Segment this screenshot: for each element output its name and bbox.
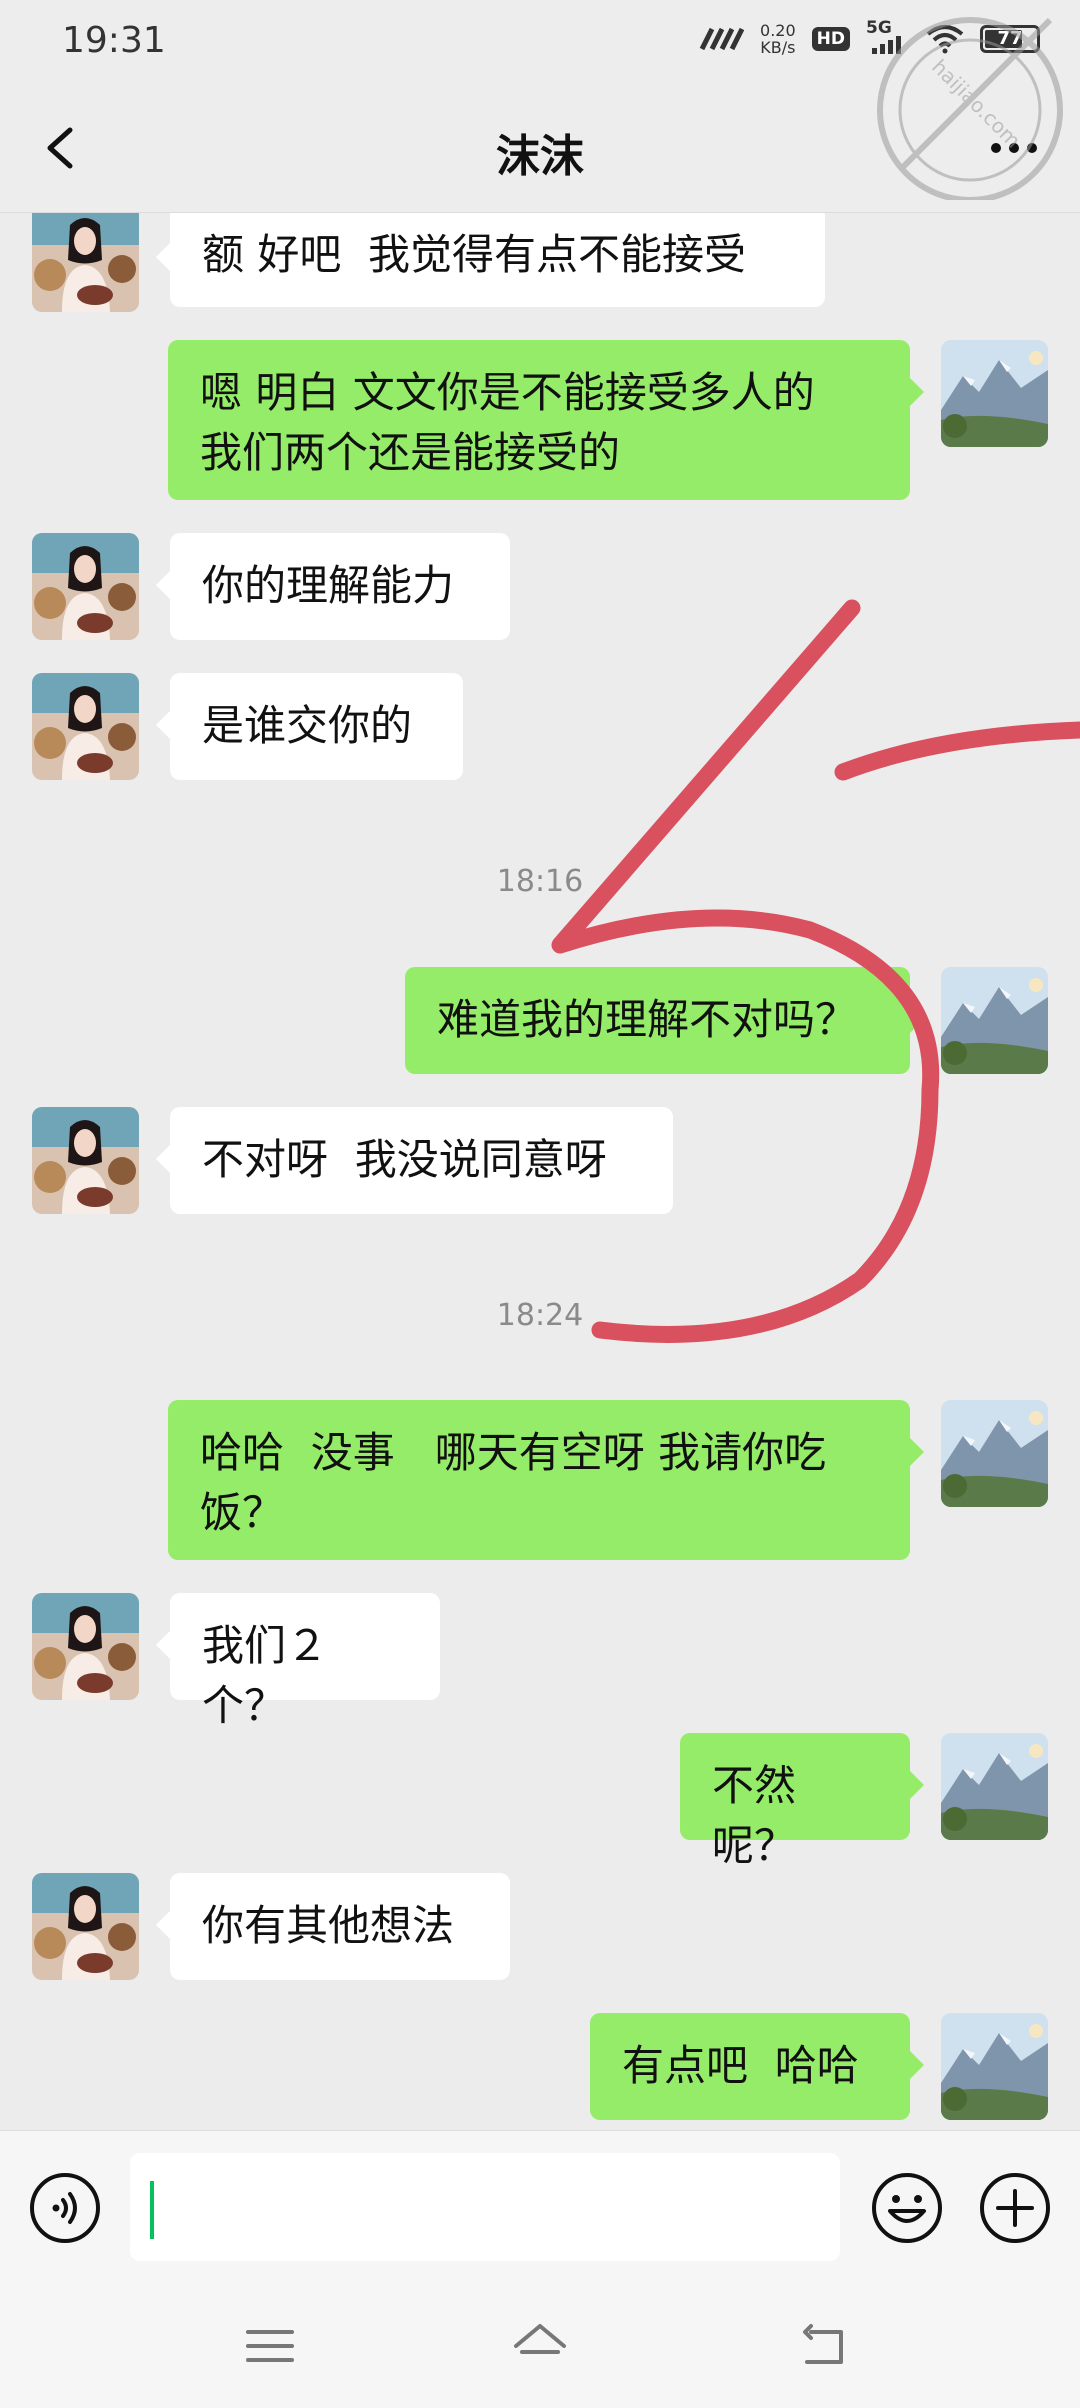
my-avatar[interactable]: [941, 967, 1048, 1074]
menu-icon[interactable]: [240, 2316, 300, 2376]
my-avatar[interactable]: [941, 340, 1048, 447]
message-bubble[interactable]: 你的理解能力: [156, 533, 510, 640]
message-bubble[interactable]: 是谁交你的: [156, 673, 463, 780]
net-speed: 0.20 KB/s: [760, 21, 796, 57]
hd-badge: HD: [811, 27, 850, 51]
voice-icon[interactable]: [28, 2171, 102, 2245]
text-cursor: [150, 2181, 154, 2239]
timestamp: 18:24: [496, 1298, 584, 1333]
message-bubble[interactable]: 难道我的理解不对吗？: [405, 967, 924, 1074]
contact-avatar[interactable]: [32, 1593, 139, 1700]
timestamp: 18:16: [496, 864, 584, 899]
message-bubble[interactable]: 嗯 明白 文文你是不能接受多人的 我们两个还是能接受的: [168, 340, 924, 500]
message-bubble[interactable]: 哈哈 没事 哪天有空呀 我请你吃 饭？: [168, 1400, 924, 1560]
status-time: 19:31: [62, 20, 166, 61]
contact-avatar[interactable]: [32, 673, 139, 780]
signal-strength-icon: [699, 27, 745, 51]
emoji-icon[interactable]: [870, 2171, 944, 2245]
contact-avatar[interactable]: [32, 213, 139, 312]
message-input[interactable]: [130, 2153, 840, 2261]
message-bubble[interactable]: 你有其他想法: [156, 1873, 510, 1980]
input-bar: [0, 2130, 1080, 2281]
contact-avatar[interactable]: [32, 1107, 139, 1214]
back-icon[interactable]: [795, 2316, 855, 2376]
message-bubble[interactable]: 额 好吧 我觉得有点不能接受: [156, 213, 825, 307]
contact-avatar[interactable]: [32, 1873, 139, 1980]
contact-avatar[interactable]: [32, 533, 139, 640]
message-bubble[interactable]: 不然呢？: [680, 1733, 924, 1870]
watermark-logo: haijiao.com: [877, 17, 1063, 200]
svg-text:haijiao.com: haijiao.com: [927, 55, 1025, 153]
message-list[interactable]: 额 好吧 我觉得有点不能接受 嗯 明白 文文你是不能接受多人的 我们两个还是能接…: [0, 213, 1080, 2130]
system-navigation-bar: [0, 2280, 1080, 2408]
home-icon[interactable]: [510, 2316, 570, 2376]
plus-icon[interactable]: [978, 2171, 1052, 2245]
message-bubble[interactable]: 我们２个？: [156, 1593, 440, 1730]
message-bubble[interactable]: 不对呀 我没说同意呀: [156, 1107, 673, 1214]
my-avatar[interactable]: [941, 1733, 1048, 1840]
my-avatar[interactable]: [941, 2013, 1048, 2120]
message-bubble[interactable]: 有点吧 哈哈: [590, 2013, 924, 2120]
my-avatar[interactable]: [941, 1400, 1048, 1507]
